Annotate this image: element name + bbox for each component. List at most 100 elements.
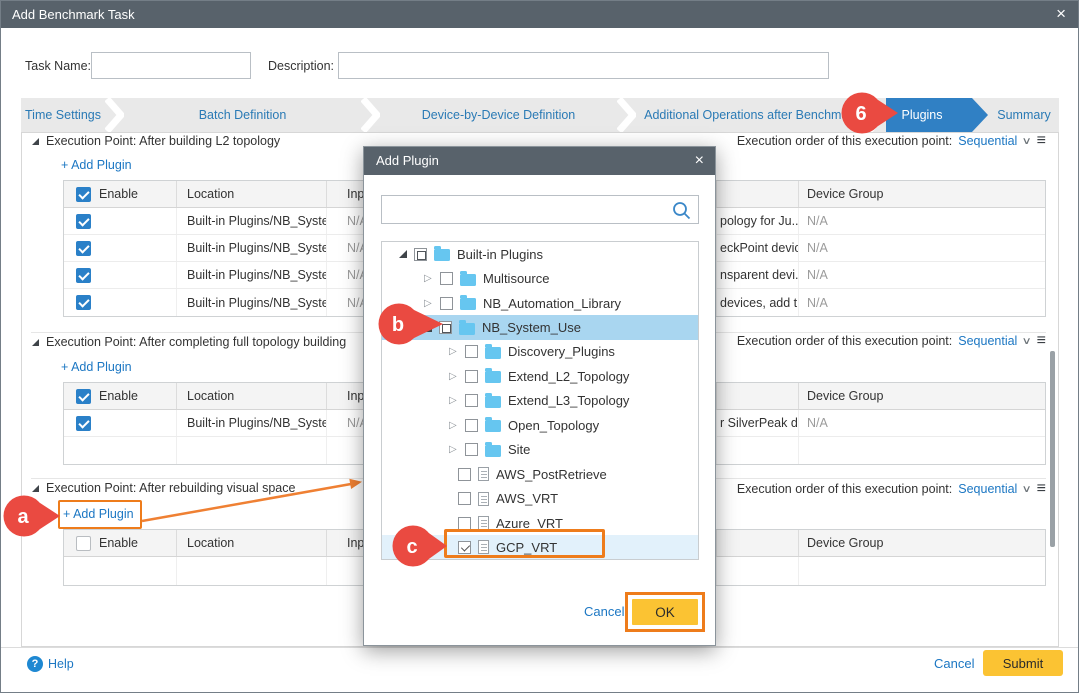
enable-all-checkbox[interactable] — [76, 536, 91, 551]
tree-item-open-topology[interactable]: ▷ Open_Topology — [382, 413, 698, 437]
enable-checkbox[interactable] — [76, 416, 91, 431]
exec-order-menu-icon[interactable]: ≡ — [1037, 135, 1046, 147]
tree-item-discovery-plugins[interactable]: ▷ Discovery_Plugins — [382, 340, 698, 364]
wizard-tabs: Time Settings Batch Definition Device-by… — [21, 98, 1059, 132]
section-3-title: Execution Point: After rebuilding visual… — [46, 481, 295, 495]
expanded-icon[interactable] — [399, 250, 407, 258]
tab-time-settings[interactable]: Time Settings — [21, 98, 105, 132]
help-icon[interactable]: ? — [27, 656, 43, 672]
collapsed-icon[interactable]: ▷ — [424, 298, 433, 309]
tree-item-aws-vrt[interactable]: AWS_VRT — [382, 486, 698, 510]
chevron-down-icon[interactable]: ∨ — [1022, 136, 1032, 147]
tree-checkbox[interactable] — [465, 394, 478, 407]
tree-item-label: Site — [508, 442, 530, 457]
plugin-location: Built-in Plugins/NB_System_Use/Ext... — [177, 410, 327, 436]
device-group-header: Device Group — [799, 383, 1045, 409]
enable-header: Enable — [99, 389, 138, 403]
cancel-link[interactable]: Cancel — [934, 656, 974, 671]
chevron-down-icon[interactable]: ∨ — [1022, 484, 1032, 495]
section-2-header[interactable]: Execution Point: After completing full t… — [32, 335, 346, 349]
collapse-icon[interactable] — [32, 138, 39, 145]
tree-item-extend-l2-topology[interactable]: ▷ Extend_L2_Topology — [382, 364, 698, 388]
tree-item-multisource[interactable]: ▷ Multisource — [382, 266, 698, 290]
help-link[interactable]: Help — [48, 657, 74, 671]
enable-all-checkbox[interactable] — [76, 389, 91, 404]
collapsed-icon[interactable]: ▷ — [449, 346, 458, 357]
device-group-header: Device Group — [799, 530, 1045, 556]
modal-close-icon[interactable]: × — [695, 147, 704, 175]
plugin-tree: Built-in Plugins ▷ Multisource ▷ NB_Auto… — [381, 241, 699, 560]
expanded-icon[interactable] — [424, 324, 432, 332]
close-icon[interactable]: × — [1056, 1, 1066, 27]
submit-button[interactable]: Submit — [983, 650, 1063, 676]
document-icon — [478, 492, 489, 506]
enable-all-checkbox[interactable] — [76, 187, 91, 202]
plugin-description: devices, add t... — [717, 289, 799, 316]
tree-item-label: AWS_VRT — [496, 491, 558, 506]
exec-order-select[interactable]: Sequential — [958, 134, 1017, 148]
section-2-exec-order: Execution order of this execution point:… — [701, 334, 1046, 348]
enable-checkbox[interactable] — [76, 295, 91, 310]
tree-item-aws-postretrieve[interactable]: AWS_PostRetrieve — [382, 462, 698, 486]
exec-order-select[interactable]: Sequential — [958, 334, 1017, 348]
plugin-device-group: N/A — [799, 262, 1045, 288]
tree-checkbox[interactable] — [465, 443, 478, 456]
modal-titlebar: Add Plugin × — [364, 147, 715, 175]
tree-checkbox[interactable] — [440, 272, 453, 285]
tree-checkbox[interactable] — [458, 517, 471, 530]
annotation-box-gcp-vrt — [444, 529, 605, 558]
exec-order-menu-icon[interactable]: ≡ — [1037, 483, 1046, 495]
tree-item-label: Extend_L3_Topology — [508, 393, 629, 408]
collapsed-icon[interactable]: ▷ — [449, 371, 458, 382]
tree-item-nb-system-use[interactable]: NB_System_Use — [382, 315, 698, 339]
tree-checkbox[interactable] — [458, 492, 471, 505]
enable-checkbox[interactable] — [76, 268, 91, 283]
tree-checkbox[interactable] — [465, 345, 478, 358]
folder-icon — [459, 323, 475, 335]
collapsed-icon[interactable]: ▷ — [449, 420, 458, 431]
tab-batch-definition[interactable]: Batch Definition — [124, 98, 361, 132]
tree-item-label: NB_System_Use — [482, 320, 581, 335]
tree-item-label: Multisource — [483, 271, 549, 286]
tab-additional-operations[interactable]: Additional Operations after Benchmark — [636, 98, 867, 132]
collapsed-icon[interactable]: ▷ — [424, 273, 433, 284]
tree-checkbox-partial[interactable] — [439, 321, 452, 334]
vertical-scrollbar[interactable] — [1050, 351, 1055, 547]
collapsed-icon[interactable]: ▷ — [449, 395, 458, 406]
device-group-header: Device Group — [799, 181, 1045, 207]
modal-cancel-link[interactable]: Cancel — [584, 604, 624, 619]
collapse-icon[interactable] — [32, 339, 39, 346]
section-3-header[interactable]: Execution Point: After rebuilding visual… — [32, 481, 295, 495]
section-1-header[interactable]: Execution Point: After building L2 topol… — [32, 134, 280, 148]
tree-checkbox[interactable] — [465, 419, 478, 432]
tree-checkbox[interactable] — [458, 468, 471, 481]
tab-device-by-device-definition[interactable]: Device-by-Device Definition — [380, 98, 617, 132]
plugin-description: r SilverPeak d... — [717, 410, 799, 436]
tree-item-site[interactable]: ▷ Site — [382, 438, 698, 462]
section-3-exec-order: Execution order of this execution point:… — [701, 482, 1046, 496]
add-plugin-link-2[interactable]: + Add Plugin — [61, 360, 132, 374]
search-icon[interactable] — [672, 201, 691, 220]
collapsed-icon[interactable]: ▷ — [449, 444, 458, 455]
enable-checkbox[interactable] — [76, 241, 91, 256]
exec-order-select[interactable]: Sequential — [958, 482, 1017, 496]
tree-checkbox[interactable] — [440, 297, 453, 310]
tab-summary[interactable]: Summary — [989, 98, 1059, 132]
collapse-icon[interactable] — [32, 485, 39, 492]
add-plugin-modal: Add Plugin × Built-in Plugins ▷ Multisou… — [363, 146, 716, 646]
tree-item-built-in-plugins[interactable]: Built-in Plugins — [382, 242, 698, 266]
description-input[interactable] — [338, 52, 829, 79]
chevron-down-icon[interactable]: ∨ — [1022, 336, 1032, 347]
enable-checkbox[interactable] — [76, 214, 91, 229]
add-benchmark-task-dialog: Add Benchmark Task × Task Name: Descript… — [0, 0, 1079, 693]
add-plugin-link-1[interactable]: + Add Plugin — [61, 158, 132, 172]
tree-item-extend-l3-topology[interactable]: ▷ Extend_L3_Topology — [382, 389, 698, 413]
exec-order-menu-icon[interactable]: ≡ — [1037, 335, 1046, 347]
tree-checkbox-partial[interactable] — [414, 248, 427, 261]
tree-checkbox[interactable] — [465, 370, 478, 383]
task-name-input[interactable] — [91, 52, 251, 79]
dialog-titlebar: Add Benchmark Task × — [1, 1, 1078, 28]
tab-plugins[interactable]: Plugins — [886, 98, 958, 132]
plugin-search-input[interactable] — [381, 195, 699, 224]
tree-item-nb-automation-library[interactable]: ▷ NB_Automation_Library — [382, 291, 698, 315]
